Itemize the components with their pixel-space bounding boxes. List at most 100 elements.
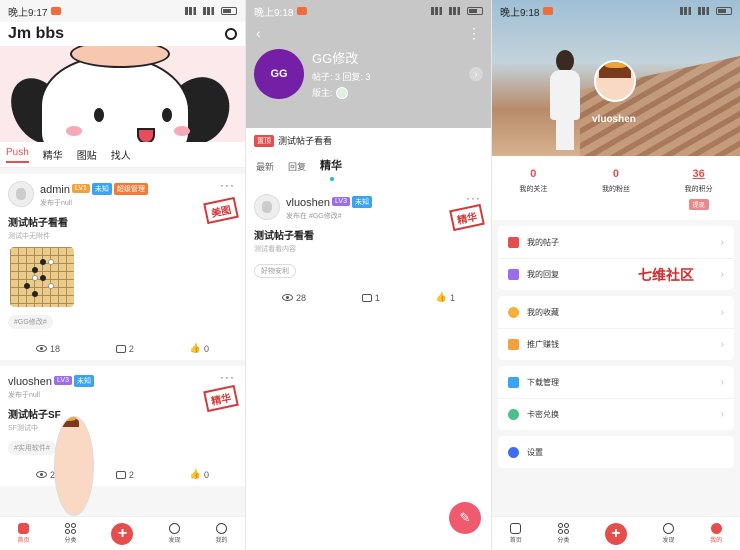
signal-icon bbox=[698, 7, 712, 15]
tab-replies[interactable]: 回复 bbox=[288, 160, 306, 173]
role-badge: 超级管理 bbox=[113, 182, 148, 195]
forum-header: 晚上9:18 ‹ ⋮ GG GG修改 帖子: 3 回复: 3 版主: › bbox=[246, 0, 491, 128]
battery-icon bbox=[467, 7, 483, 15]
follow-count[interactable]: 0 我的关注 bbox=[519, 168, 547, 212]
status-time: 晚上9:18 bbox=[500, 7, 540, 19]
tab-images[interactable]: 图贴 bbox=[77, 147, 97, 162]
nav-label: 分类 bbox=[557, 538, 570, 544]
avatar[interactable] bbox=[8, 181, 34, 207]
chevron-right-icon: › bbox=[720, 306, 724, 318]
menu-settings[interactable]: 设置 bbox=[498, 436, 734, 468]
banner-dog-cheek bbox=[174, 126, 190, 136]
tab-people[interactable]: 找人 bbox=[111, 147, 131, 162]
back-icon[interactable]: ‹ bbox=[256, 25, 261, 41]
menu-my-posts[interactable]: 我的帖子 › bbox=[498, 226, 734, 258]
likes-stat[interactable]: 👍 0 bbox=[190, 469, 209, 480]
comment-icon bbox=[115, 470, 126, 479]
profile-counts: 0 我的关注 0 我的粉丝 36 我的积分 提现 bbox=[492, 156, 740, 220]
points-label: 我的积分 bbox=[684, 186, 713, 193]
compass-icon bbox=[663, 523, 675, 534]
post-username[interactable]: vluoshen bbox=[8, 376, 52, 388]
tab-featured[interactable]: 精华 bbox=[320, 157, 342, 181]
nav-label: 发现 bbox=[662, 538, 675, 544]
tab-push[interactable]: Push bbox=[6, 147, 29, 163]
forum-moderator: 版主: bbox=[312, 86, 461, 99]
more-icon[interactable]: ··· bbox=[466, 191, 481, 205]
home-icon bbox=[510, 523, 522, 534]
points-count[interactable]: 36 我的积分 提现 bbox=[685, 168, 713, 212]
hero-photo-person bbox=[546, 50, 586, 150]
post-title: 测试帖子看看 bbox=[8, 218, 68, 229]
menu-redeem[interactable]: 卡密兑换 › bbox=[498, 398, 734, 430]
post-tag[interactable]: 好物安利 bbox=[254, 264, 296, 278]
post-card[interactable]: admin LV1 未知 超级管理 发布于null ··· 美图 测试帖子看看 测试中… bbox=[0, 174, 245, 360]
new-post-button[interactable]: + bbox=[604, 522, 627, 545]
menu-downloads[interactable]: 下载管理 › bbox=[498, 366, 734, 398]
compose-button[interactable]: ✎ bbox=[449, 502, 481, 534]
banner-dog-cheek bbox=[66, 126, 82, 136]
profile-avatar[interactable] bbox=[594, 60, 636, 102]
more-icon[interactable]: ··· bbox=[220, 178, 235, 192]
comments-count: 1 bbox=[374, 292, 380, 303]
post-tag[interactable]: #GG修改# bbox=[8, 315, 53, 329]
moderator-avatar[interactable] bbox=[335, 86, 348, 99]
views-count: 18 bbox=[49, 343, 60, 354]
post-image[interactable] bbox=[10, 247, 74, 307]
menu-favorites[interactable]: 我的收藏 › bbox=[498, 296, 734, 328]
menu-promote[interactable]: 推广赚钱 › bbox=[498, 328, 734, 360]
comments-stat[interactable]: 2 bbox=[115, 469, 134, 480]
post-username[interactable]: admin bbox=[40, 184, 70, 196]
likes-stat[interactable]: 👍 0 bbox=[190, 343, 209, 354]
nav-home[interactable]: 首页 bbox=[510, 523, 522, 544]
forum-logo: GG bbox=[254, 48, 304, 99]
post-stats: 18 2 👍 0 bbox=[8, 343, 237, 354]
chevron-right-icon[interactable]: › bbox=[469, 66, 483, 81]
go-stone bbox=[24, 283, 30, 289]
nav-category[interactable]: 分类 bbox=[557, 523, 569, 544]
forum-screen: 晚上9:18 ‹ ⋮ GG GG修改 帖子: 3 回复: 3 版主: › 置顶 … bbox=[246, 0, 492, 550]
menu-group: 下载管理 › 卡密兑换 › bbox=[498, 366, 734, 430]
post-header: vluoshen LV3 未知 发布在 #GG修改# bbox=[254, 193, 483, 221]
comments-stat[interactable]: 2 bbox=[115, 343, 134, 354]
nav-label: 发现 bbox=[168, 538, 181, 544]
likes-stat[interactable]: 👍 1 bbox=[436, 292, 455, 303]
comments-stat[interactable]: 1 bbox=[361, 292, 380, 303]
more-icon[interactable]: ··· bbox=[220, 370, 235, 384]
fans-count[interactable]: 0 我的粉丝 bbox=[602, 168, 630, 212]
nav-discover[interactable]: 发现 bbox=[168, 523, 180, 544]
post-card[interactable]: vluoshen LV3 未知 发布于null ··· 精华 测试帖子SF SF测试… bbox=[0, 366, 245, 516]
status-time: 晚上9:17 bbox=[8, 7, 48, 19]
watermark-text: 七维社区 bbox=[638, 266, 694, 283]
nav-me[interactable]: 我的 bbox=[710, 523, 722, 544]
new-post-button[interactable]: + bbox=[111, 522, 134, 545]
banner-image[interactable] bbox=[0, 46, 245, 142]
more-vertical-icon[interactable]: ⋮ bbox=[467, 25, 481, 42]
avatar[interactable] bbox=[54, 416, 94, 516]
tab-featured[interactable]: 精华 bbox=[43, 147, 63, 162]
signal-icon bbox=[680, 7, 694, 15]
user-icon bbox=[215, 523, 227, 534]
nav-home[interactable]: 首页 bbox=[17, 523, 30, 544]
search-icon[interactable] bbox=[225, 28, 237, 40]
post-username[interactable]: vluoshen bbox=[286, 197, 330, 209]
nav-category[interactable]: 分类 bbox=[64, 523, 77, 544]
withdraw-button[interactable]: 提现 bbox=[688, 199, 709, 210]
category-icon bbox=[64, 523, 76, 534]
banner-dog-head bbox=[40, 56, 190, 142]
level-badge: LV3 bbox=[332, 197, 350, 207]
avatar[interactable] bbox=[254, 194, 280, 220]
nav-label: 我的 bbox=[215, 538, 228, 544]
post-card[interactable]: vluoshen LV3 未知 发布在 #GG修改# ··· 精华 测试帖子看看 测… bbox=[246, 187, 491, 309]
post-tag[interactable]: #实用软件# bbox=[8, 441, 56, 455]
nav-label: 分类 bbox=[64, 538, 77, 544]
pinned-post[interactable]: 置顶 测试帖子看看 bbox=[246, 128, 491, 153]
tab-latest[interactable]: 最新 bbox=[256, 160, 274, 173]
post-subtitle: 测试中无附件 bbox=[8, 233, 50, 240]
compass-icon bbox=[168, 523, 180, 534]
comments-count: 2 bbox=[128, 469, 134, 480]
category-icon bbox=[557, 523, 569, 534]
forum-nav: ‹ ⋮ bbox=[246, 22, 491, 44]
menu-my-replies[interactable]: 我的回复 七维社区 › bbox=[498, 258, 734, 290]
nav-me[interactable]: 我的 bbox=[215, 523, 227, 544]
nav-discover[interactable]: 发现 bbox=[663, 523, 675, 544]
